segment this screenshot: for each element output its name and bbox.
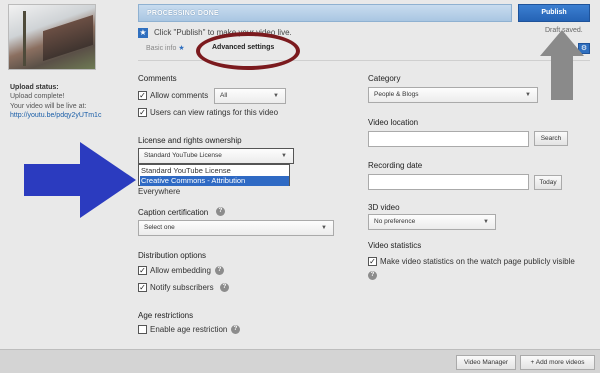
license-dropdown-menu: Standard YouTube License Creative Common… bbox=[138, 164, 290, 186]
license-option-creative-commons[interactable]: Creative Commons - Attribution bbox=[140, 176, 289, 186]
recording-date-input[interactable] bbox=[368, 174, 529, 190]
footer-bar: Video Manager + Add more videos bbox=[0, 349, 600, 373]
tab-basic-info[interactable]: Basic info ★ bbox=[146, 44, 185, 52]
3d-video-heading: 3D video bbox=[368, 203, 400, 212]
annotation-gray-arrow bbox=[540, 30, 584, 100]
annotation-blue-arrow bbox=[24, 142, 136, 218]
allow-embedding-checkbox[interactable]: ✓ bbox=[138, 266, 147, 275]
location-heading: Video location bbox=[368, 118, 419, 127]
license-select-value: Standard YouTube License bbox=[144, 152, 222, 159]
chevron-down-icon: ▼ bbox=[525, 92, 531, 98]
recording-heading: Recording date bbox=[368, 161, 423, 170]
upload-status-value: Upload complete! bbox=[10, 93, 65, 100]
tab-basic-info-label: Basic info bbox=[146, 45, 177, 52]
chevron-down-icon: ▼ bbox=[483, 219, 489, 225]
category-heading: Category bbox=[368, 74, 401, 83]
upload-page: Upload status: Upload complete! Your vid… bbox=[0, 0, 600, 373]
star-icon: ★ bbox=[138, 28, 148, 38]
notify-subscribers-label: Notify subscribers bbox=[150, 283, 214, 292]
chevron-down-icon: ▼ bbox=[321, 225, 327, 231]
allow-comments-checkbox[interactable]: ✓ bbox=[138, 91, 147, 100]
statistics-heading: Video statistics bbox=[368, 241, 422, 250]
age-heading: Age restrictions bbox=[138, 311, 194, 320]
allow-comments-label: Allow comments bbox=[150, 91, 209, 100]
help-icon[interactable]: ? bbox=[216, 207, 225, 216]
video-thumbnail bbox=[8, 4, 96, 70]
caption-select[interactable]: Select one ▼ bbox=[138, 220, 334, 236]
processing-status-text: PROCESSING DONE bbox=[147, 10, 219, 17]
license-select[interactable]: Standard YouTube License ▼ bbox=[138, 148, 294, 164]
3d-video-select[interactable]: No preference ▼ bbox=[368, 214, 496, 230]
license-option-standard[interactable]: Standard YouTube License bbox=[140, 166, 289, 176]
caption-select-value: Select one bbox=[144, 224, 175, 231]
add-more-videos-button[interactable]: + Add more videos bbox=[520, 355, 595, 370]
category-select-value: People & Blogs bbox=[374, 91, 419, 98]
license-heading: License and rights ownership bbox=[138, 136, 242, 145]
chevron-down-icon: ▼ bbox=[273, 93, 279, 99]
chevron-down-icon: ▼ bbox=[281, 153, 287, 159]
notify-subscribers-checkbox[interactable]: ✓ bbox=[138, 283, 147, 292]
star-icon: ★ bbox=[178, 45, 185, 52]
comments-heading: Comments bbox=[138, 74, 177, 83]
age-restriction-checkbox[interactable] bbox=[138, 325, 147, 334]
help-icon[interactable]: ? bbox=[368, 271, 377, 280]
allow-embedding-label: Allow embedding bbox=[150, 266, 211, 275]
video-manager-button[interactable]: Video Manager bbox=[456, 355, 516, 370]
blue-arrow-shape bbox=[24, 142, 136, 218]
location-search-button[interactable]: Search bbox=[534, 131, 568, 146]
annotation-oval bbox=[196, 32, 300, 70]
category-select[interactable]: People & Blogs ▼ bbox=[368, 87, 538, 103]
publish-button[interactable]: Publish bbox=[518, 4, 590, 22]
help-icon[interactable]: ? bbox=[220, 283, 229, 292]
3d-video-select-value: No preference bbox=[374, 218, 416, 225]
caption-heading: Caption certification bbox=[138, 208, 209, 217]
processing-banner: PROCESSING DONE bbox=[138, 4, 512, 22]
comments-mode-value: All bbox=[220, 92, 228, 99]
video-link[interactable]: http://youtu.be/pdqy2yUTm1c bbox=[10, 112, 101, 119]
upload-status-label: Upload status: bbox=[10, 84, 59, 91]
ratings-checkbox[interactable]: ✓ bbox=[138, 108, 147, 117]
age-restriction-label: Enable age restriction bbox=[150, 325, 228, 334]
ratings-label: Users can view ratings for this video bbox=[150, 108, 279, 117]
statistics-checkbox[interactable]: ✓ bbox=[368, 257, 377, 266]
thumbnail-tree-shape bbox=[23, 11, 26, 66]
distribution-heading: Distribution options bbox=[138, 251, 207, 260]
license-trailing-text: Everywhere bbox=[138, 187, 181, 196]
statistics-label: Make video statistics on the watch page … bbox=[380, 257, 575, 266]
live-at-text: Your video will be live at: bbox=[10, 103, 87, 110]
gray-arrow-shape bbox=[540, 30, 584, 100]
thumbnail-roof-shape bbox=[43, 14, 93, 62]
help-icon[interactable]: ? bbox=[231, 325, 240, 334]
help-icon[interactable]: ? bbox=[215, 266, 224, 275]
today-button[interactable]: Today bbox=[534, 175, 562, 190]
location-input[interactable] bbox=[368, 131, 529, 147]
comments-mode-select[interactable]: All ▼ bbox=[214, 88, 286, 104]
